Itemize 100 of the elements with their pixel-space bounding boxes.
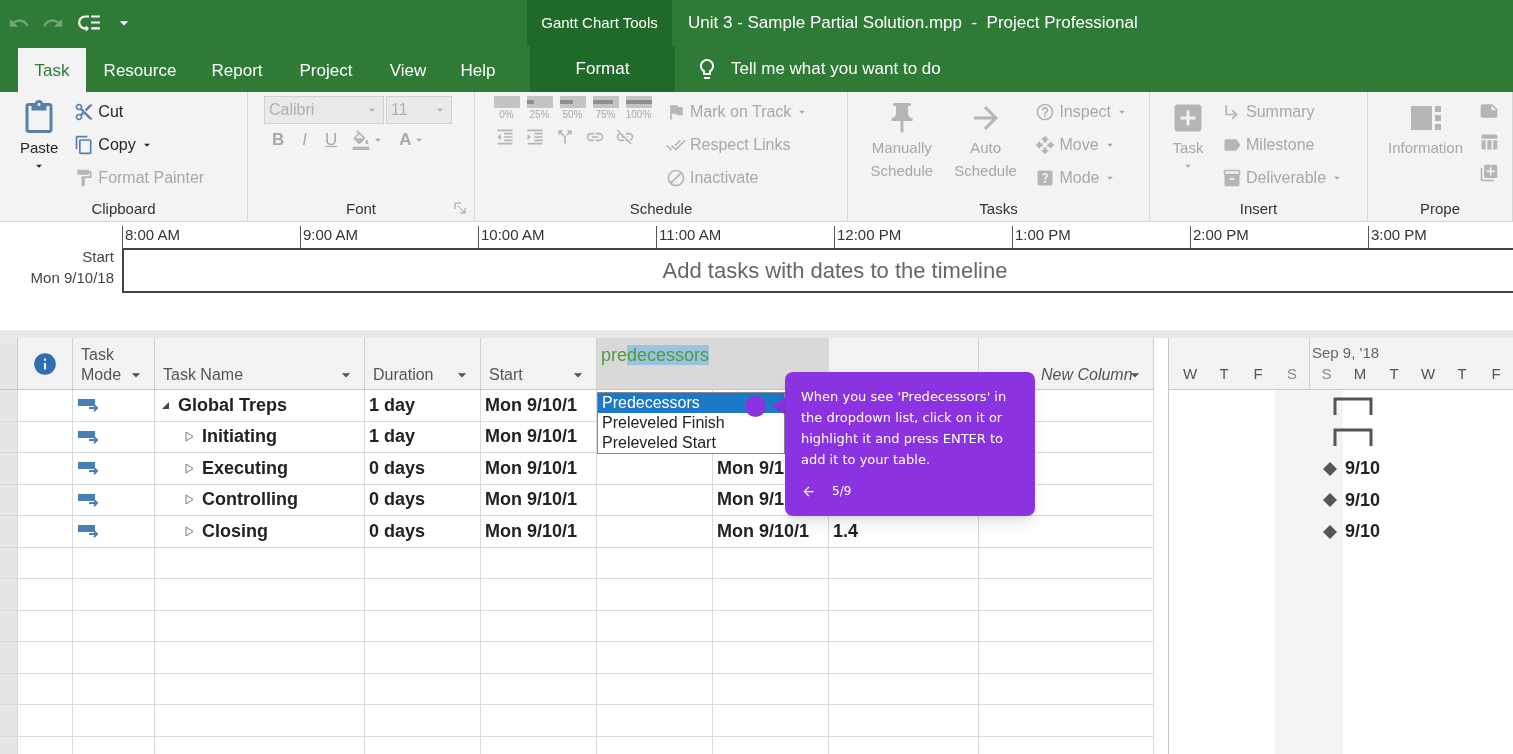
group-label: Schedule [629, 199, 693, 219]
row-header[interactable] [0, 579, 18, 611]
auto-scheduled-icon [77, 397, 101, 414]
window-title: Unit 3 - Sample Partial Solution.mpp - Project Professional [687, 12, 1138, 35]
day-label: F [1253, 363, 1263, 384]
milestone-diamond[interactable] [1323, 493, 1337, 508]
time-tick-label: 3:00 PM [1368, 226, 1513, 248]
paintbrush-icon [74, 168, 95, 188]
row-header[interactable] [0, 453, 18, 485]
expand-triangle-icon[interactable] [185, 462, 194, 474]
ribbon-button[interactable]: Paste [16, 96, 63, 200]
copy-icon [74, 135, 95, 155]
table-cell: 1 day [365, 421, 481, 453]
suggestion-item[interactable]: Preleveled Start [598, 433, 784, 453]
row-header[interactable] [0, 673, 18, 705]
outdent-icon [495, 127, 515, 147]
milestone-diamond[interactable] [1323, 461, 1337, 476]
day-label: T [1219, 363, 1229, 384]
tell-me-field[interactable]: Tell me what you want to do [731, 56, 941, 82]
table-cell: Mon 9/10/1 [481, 516, 597, 548]
row-header[interactable] [0, 421, 18, 453]
day-label: W [1420, 363, 1436, 384]
group-label: Font [346, 199, 376, 219]
box-icon [1222, 168, 1242, 188]
day-label: T [1457, 363, 1467, 384]
question-icon [1035, 168, 1056, 188]
column-header[interactable]: Duration [365, 338, 481, 389]
info-icon [32, 350, 58, 377]
percent-bar-icon [625, 96, 652, 108]
table-cell [18, 547, 73, 579]
summary-bar[interactable] [1333, 395, 1373, 416]
week-label: Sep 9, '18 [1312, 343, 1380, 363]
day-label: F [1491, 363, 1501, 384]
ribbon-tab[interactable]: Format [530, 46, 675, 92]
day-label: W [1182, 363, 1198, 384]
task-name: Initiating [202, 425, 277, 449]
column-header[interactable]: Task Name [155, 338, 365, 389]
unlink-icon [615, 127, 635, 147]
dialog-launcher-icon[interactable] [454, 202, 466, 214]
percent-bar-icon [493, 96, 520, 108]
row-header[interactable] [0, 610, 18, 642]
day-label: S [1287, 363, 1297, 384]
time-tick-label: 8:00 AM [122, 226, 300, 248]
ribbon-tab[interactable]: Resource [86, 48, 194, 94]
time-tick-label: 11:00 AM [656, 226, 834, 248]
milestone-diamond[interactable] [1323, 524, 1337, 539]
ribbon-button[interactable]: Cut [70, 96, 128, 128]
add-icon [1479, 163, 1500, 183]
row-header[interactable] [0, 390, 18, 422]
ribbon-tab[interactable]: Report [194, 48, 280, 94]
corner-cell[interactable] [0, 338, 18, 389]
row-header[interactable] [0, 484, 18, 516]
expand-triangle-icon[interactable] [185, 494, 194, 506]
row-header[interactable] [0, 516, 18, 548]
ribbon-tab[interactable]: Help [444, 48, 512, 94]
table-cell: 0 days [365, 453, 481, 485]
move-icon [1035, 135, 1056, 155]
table-cell: Mon 9/10/1 [481, 484, 597, 516]
column-name-field[interactable]: predecessors [597, 338, 829, 389]
row-header[interactable] [0, 642, 18, 674]
row-header[interactable] [0, 547, 18, 579]
suggestion-item[interactable]: Preleveled Finish [598, 413, 784, 433]
task-name: Global Treps [178, 393, 288, 417]
time-tick-label: 2:00 PM [1190, 226, 1368, 248]
collapse-triangle-icon[interactable] [161, 400, 170, 410]
milestone-date: 9/10 [1345, 520, 1381, 544]
table-cell: 0 days [365, 516, 481, 548]
time-tick-label: 12:00 PM [834, 226, 1012, 248]
table-cell [18, 705, 73, 737]
scissors-icon [74, 102, 95, 122]
column-header[interactable]: Task Mode [73, 338, 155, 389]
ribbon-tab[interactable]: View [372, 48, 444, 94]
auto-scheduled-icon [77, 428, 101, 445]
table-icon [1479, 132, 1500, 152]
suggestion-item[interactable]: Predecessors [598, 393, 784, 413]
day-label: M [1353, 363, 1367, 384]
expand-triangle-icon[interactable] [185, 431, 194, 443]
indent-icon [525, 127, 545, 147]
timeline-bar[interactable]: Add tasks with dates to the timeline [122, 248, 1513, 293]
auto-scheduled-icon [77, 460, 101, 477]
time-tick-label: 9:00 AM [300, 226, 478, 248]
group-label: Clipboard [91, 199, 156, 219]
timeline-start-label: Start [82, 247, 114, 267]
auto-scheduled-icon [77, 523, 101, 540]
expand-triangle-icon[interactable] [185, 525, 194, 537]
table-cell: 0 days [365, 484, 481, 516]
day-label: T [1389, 363, 1399, 384]
ribbon-tab[interactable]: Task [18, 48, 86, 94]
row-header[interactable] [0, 705, 18, 737]
inactivate-icon [666, 168, 686, 188]
time-tick-label: 1:00 PM [1012, 226, 1190, 248]
question-icon [1035, 102, 1056, 122]
ribbon-tab[interactable]: Project [280, 48, 372, 94]
summary-bar[interactable] [1333, 427, 1373, 448]
ribbon-button[interactable]: Copy [70, 129, 158, 161]
percent-bar-icon [526, 96, 553, 108]
auto-scheduled-icon [77, 491, 101, 508]
percent-bar-icon [559, 96, 586, 108]
task-name: Executing [202, 456, 289, 480]
group-label: Insert [1239, 199, 1278, 219]
